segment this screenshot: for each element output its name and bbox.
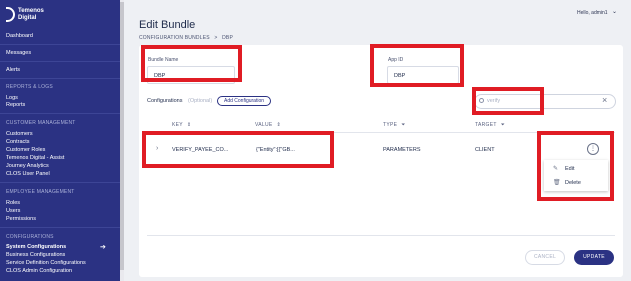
brand-logo[interactable]: Temenos Digital (6, 7, 44, 22)
sidebar-item-business-configurations[interactable]: Business Configurations (6, 252, 65, 259)
highlight-box-row (142, 131, 334, 168)
page-title: Edit Bundle (139, 19, 196, 31)
column-header-value[interactable]: VALUE ⇕ (255, 122, 281, 128)
sidebar-item-contracts[interactable]: Contracts (6, 139, 30, 146)
column-header-type[interactable]: TYPE ⏷ (383, 122, 406, 128)
column-header-type-label: TYPE (383, 122, 398, 128)
filter-icon[interactable]: ⏷ (401, 122, 405, 128)
sidebar-item-clos-user-panel[interactable]: CLOS User Panel (6, 171, 50, 178)
clear-search-icon[interactable]: × (602, 95, 607, 105)
sidebar-item-dashboard[interactable]: Dashboard (6, 33, 33, 40)
sidebar-item-customer-roles[interactable]: Customer Roles (6, 147, 45, 154)
sidebar-item-clos-admin-configuration[interactable]: CLOS Admin Configuration (6, 268, 72, 275)
column-header-target-label: TARGET (475, 122, 497, 128)
cell-type: PARAMETERS (383, 147, 421, 153)
breadcrumb: CONFIGURATION BUNDLES > DBP (139, 35, 236, 41)
configurations-label: Configurations (147, 98, 183, 104)
filter-icon[interactable]: ⏷ (501, 122, 505, 128)
sidebar-divider (0, 78, 120, 79)
sidebar-section-employee-management: EMPLOYEE MANAGEMENT (6, 189, 75, 195)
active-arrow-icon: ➔ (100, 244, 106, 251)
sidebar-item-temenos-assist[interactable]: Temenos Digital - Assist (6, 155, 64, 162)
user-greeting[interactable]: Hello, admin1 (577, 10, 608, 16)
sidebar-divider (0, 227, 120, 228)
sidebar: Temenos Digital Dashboard Messages Alert… (0, 0, 124, 281)
sidebar-item-messages[interactable]: Messages (6, 50, 31, 57)
sort-icon[interactable]: ⇕ (277, 122, 282, 128)
column-header-value-label: VALUE (255, 122, 273, 128)
sidebar-section-reports-logs: REPORTS & LOGS (6, 84, 53, 90)
sidebar-item-journey-analytics[interactable]: Journey Analytics (6, 163, 49, 170)
sidebar-divider (0, 61, 120, 62)
sidebar-item-customers[interactable]: Customers (6, 131, 33, 138)
highlight-box-search (472, 87, 544, 115)
highlight-box-row-menu (537, 131, 614, 201)
breadcrumb-current: DBP (222, 35, 233, 41)
brand-line-1: Temenos (18, 7, 44, 14)
sidebar-divider (0, 182, 120, 183)
brand-line-2: Digital (18, 14, 37, 21)
cell-target: CLIENT (475, 147, 495, 153)
column-header-key-label: KEY (172, 122, 183, 128)
sidebar-item-service-definition-configurations[interactable]: Service Definition Configurations (6, 260, 86, 267)
column-header-target[interactable]: TARGET ⏷ (475, 122, 505, 128)
sidebar-scrollbar[interactable] (120, 0, 124, 281)
highlight-box-bundle-name (141, 45, 242, 82)
sidebar-item-system-configurations[interactable]: System Configurations (6, 244, 66, 251)
cancel-button[interactable]: CANCEL (525, 250, 565, 265)
sort-icon[interactable]: ⇕ (187, 122, 192, 128)
sidebar-divider (0, 113, 120, 114)
sidebar-section-customer-management: CUSTOMER MANAGEMENT (6, 120, 76, 126)
sidebar-item-reports[interactable]: Reports (6, 102, 25, 109)
column-header-key[interactable]: KEY ⇕ (172, 122, 191, 128)
sidebar-item-users[interactable]: Users (6, 208, 20, 215)
add-configuration-button[interactable]: Add Configuration (217, 96, 271, 106)
sidebar-item-permissions[interactable]: Permissions (6, 216, 36, 223)
breadcrumb-separator: > (214, 35, 218, 41)
sidebar-item-alerts[interactable]: Alerts (6, 67, 20, 74)
sidebar-item-logs[interactable]: Logs (6, 95, 18, 102)
sidebar-item-roles[interactable]: Roles (6, 200, 20, 207)
optional-label: (Optional) (188, 98, 213, 104)
sidebar-section-configurations: CONFIGURATIONS (6, 234, 54, 240)
table-bottom-divider (147, 235, 615, 236)
breadcrumb-configuration-bundles[interactable]: CONFIGURATION BUNDLES (139, 35, 210, 41)
sidebar-divider (0, 44, 120, 45)
highlight-box-app-id (370, 44, 464, 87)
chevron-down-icon[interactable]: ⌄ (612, 8, 617, 15)
sidebar-scrollbar-thumb[interactable] (120, 2, 124, 270)
update-button[interactable]: UPDATE (574, 250, 614, 265)
temenos-logo-icon (6, 7, 15, 22)
